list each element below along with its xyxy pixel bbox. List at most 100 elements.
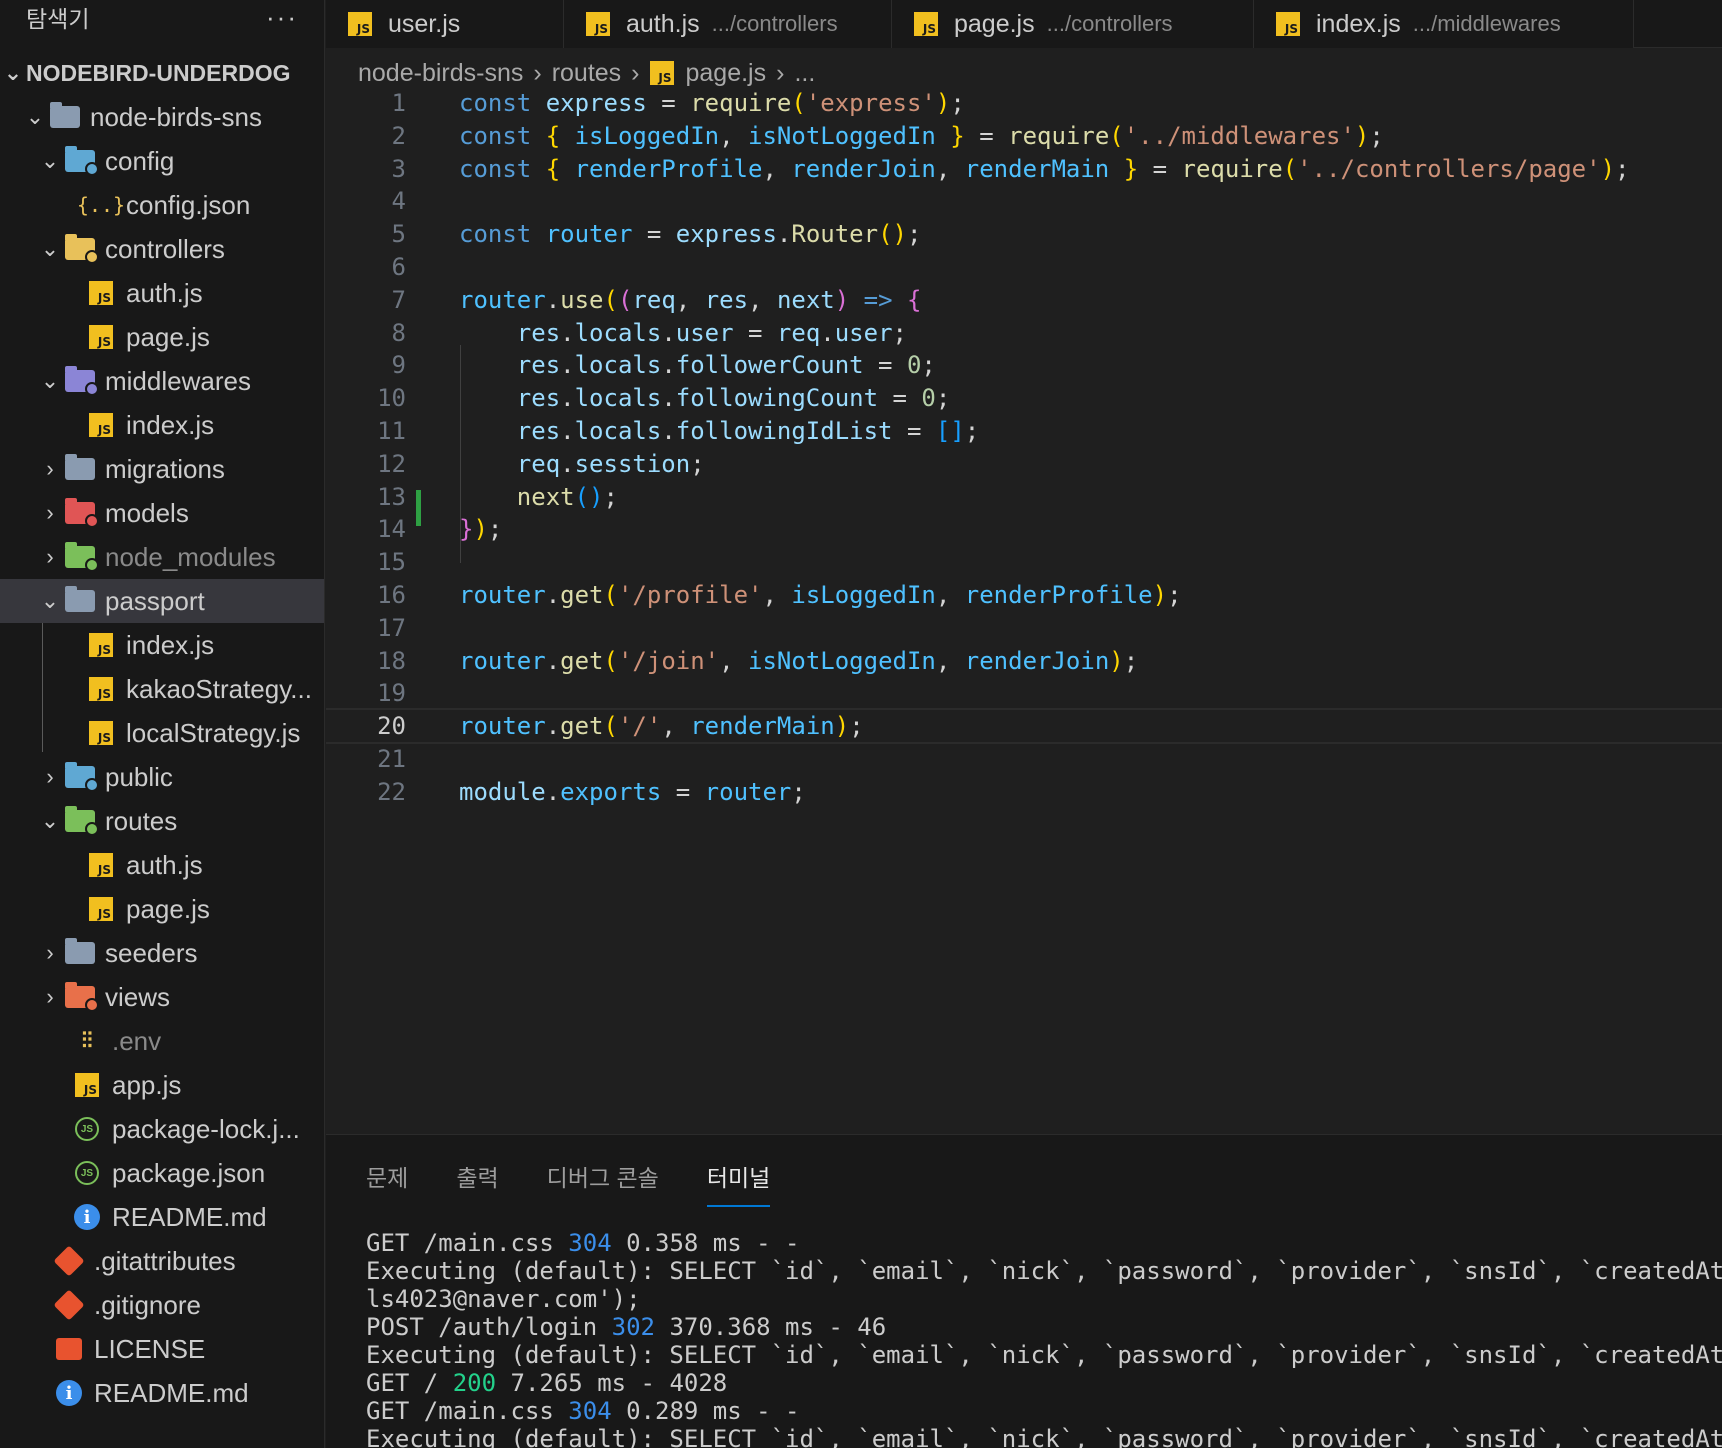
tree-item[interactable]: › models [0,491,324,535]
chevron-down-icon: ⌄ [25,104,45,129]
folder-icon [65,454,95,480]
tree-item[interactable]: JS auth.js [0,271,324,315]
tree-item[interactable]: i README.md [0,1371,324,1415]
code-text: const router = express.Router(); [459,220,921,248]
code-text: res.locals.user = req.user; [459,319,907,347]
code-token: } [1109,154,1139,183]
code-token: isNotLoggedIn [748,646,936,675]
code-token: , [935,581,965,609]
file-icon-slot: JS [84,850,118,880]
code-line: 11 res.locals.followingIdList = []; [326,413,1722,449]
folder-badge-icon [85,514,99,528]
code-token: , [719,646,749,675]
tab-filename: auth.js [626,9,700,38]
tree-item[interactable]: JS index.js [0,623,324,667]
code-token: const [459,89,546,117]
tree-item-label: app.js [112,1069,182,1100]
tree-item[interactable]: › seeders [0,931,324,975]
tree-item[interactable]: JS package.json [0,1151,324,1195]
chevron-down-icon: ⌄ [3,60,23,85]
editor-tab[interactable]: JS page.js .../controllers [892,0,1254,48]
tree-item[interactable]: › public [0,755,324,799]
terminal-output[interactable]: GET /main.css 304 0.358 ms - - Executing … [366,1229,1722,1448]
terminal-text: 304 [568,1229,612,1257]
tree-item[interactable]: ⌄ config [0,139,324,183]
bottom-panel: 문제 출력 디버그 콘솔 터미널 GET /main.css 304 0.358 ms… [326,1134,1722,1448]
chevron-right-icon: › [776,58,785,87]
tree-item[interactable]: JS index.js [0,403,324,447]
code-token: renderJoin [964,646,1110,675]
code-token: ; [1167,581,1182,609]
code-token: ( [603,285,618,314]
js-file-icon: JS [1276,12,1300,36]
tree-item[interactable]: ⌄ routes [0,799,324,843]
code-token: '../middlewares' [1123,121,1355,150]
breadcrumb-item[interactable]: routes [552,59,621,88]
tree-item[interactable]: JS page.js [0,315,324,359]
code-token: . [545,777,561,806]
js-file-icon: JS [89,853,113,877]
chevron-right-icon: › [46,940,54,965]
tree-item-label: .gitignore [94,1289,201,1320]
code-token: ( [603,646,618,675]
code-token: router [459,712,546,741]
code-token: () [878,220,907,249]
panel-tab[interactable]: 터미널 [706,1153,771,1207]
tree-item[interactable]: › migrations [0,447,324,491]
panel-tab[interactable]: 디버그 콘솔 [547,1153,659,1199]
file-icon-slot [48,102,82,132]
tree-item[interactable]: .gitattributes [0,1239,324,1283]
tree-item[interactable]: JS page.js [0,887,324,931]
breadcrumb-item[interactable]: ... [794,59,815,88]
code-token: res [516,384,561,413]
tree-item[interactable]: JS app.js [0,1063,324,1107]
file-icon-slot: JS [84,322,118,352]
tree-item[interactable]: JS localStrategy.js [0,711,324,755]
breadcrumb-item[interactable]: node-birds-sns [358,59,523,88]
tree-item[interactable]: JS package-lock.j... [0,1107,324,1151]
chevron-right-icon: › [46,764,54,789]
explorer-title: 탐색기 [26,6,90,32]
terminal-text: 200 [452,1369,497,1397]
code-line: 17 [326,610,1722,646]
panel-tab[interactable]: 문제 [366,1153,408,1199]
code-editor[interactable]: 1 const express = require('express'); 2 con… [326,89,1722,1132]
editor-tab[interactable]: JS index.js .../middlewares [1254,0,1634,48]
project-root[interactable]: ⌄ NODEBIRD-UNDERDOG [0,56,324,90]
terminal-text: GET / [366,1369,453,1397]
tree-item-label: config.json [126,189,251,220]
tree-item[interactable]: ⌄ middlewares [0,359,324,403]
code-token: res [704,285,749,314]
terminal-line: GET / 200 7.265 ms - 4028 [366,1369,1722,1397]
editor-tab[interactable]: JS auth.js .../controllers [564,0,892,48]
code-token: = [1138,154,1182,183]
tree-item[interactable]: i README.md [0,1195,324,1239]
tree-item[interactable]: ⌄ node-birds-sns [0,95,324,139]
code-token: ; [935,384,951,413]
code-token: sesstion [574,449,691,478]
tree-item[interactable]: {..} config.json [0,183,324,227]
tree-item[interactable]: JS kakaoStrategy... [0,667,324,711]
tree-item[interactable]: .gitignore [0,1283,324,1327]
tree-item[interactable]: ⫶⫶ .env [0,1019,324,1063]
editor-tab[interactable]: JS user.js [326,0,564,48]
tree-item[interactable]: ⌄ passport [0,579,324,623]
tree-item[interactable]: JS auth.js [0,843,324,887]
code-token: require [1181,154,1283,183]
panel-tab[interactable]: 출력 [456,1153,498,1199]
tree-item[interactable]: LICENSE [0,1327,324,1371]
terminal-text: 304 [568,1397,612,1425]
tree-item-label: passport [105,585,205,616]
tree-item[interactable]: › node_modules [0,535,324,579]
tree-item-label: models [105,497,189,528]
line-number: 8 [391,318,406,347]
file-icon-slot: JS [70,1114,104,1144]
tree-item[interactable]: › views [0,975,324,1019]
code-token: ; [964,417,980,445]
tree-item[interactable]: ⌄ controllers [0,227,324,271]
more-actions-button[interactable]: ··· [266,2,298,33]
js-file-icon: JS [75,1073,99,1097]
breadcrumb-item[interactable]: page.js [686,59,767,88]
code-token: module [459,777,546,806]
git-icon [53,1245,85,1277]
